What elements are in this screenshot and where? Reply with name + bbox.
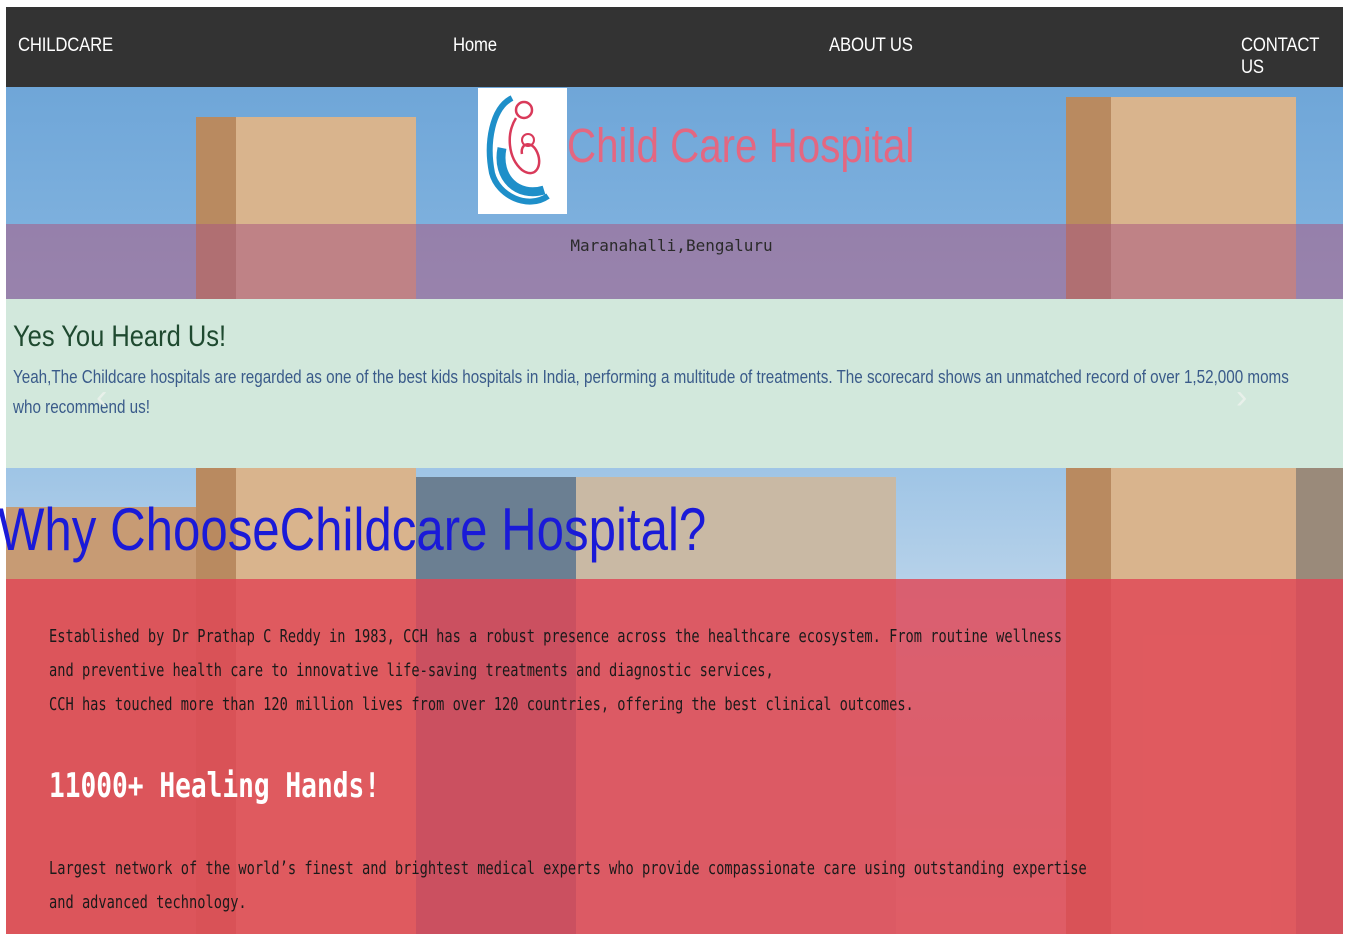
hospital-name-title: Child Care Hospital <box>567 120 915 173</box>
nav-home-link[interactable]: Home <box>453 35 497 57</box>
network-line: and advanced technology. <box>49 892 247 913</box>
carousel-title: Yes You Heard Us! <box>13 320 227 353</box>
location-text: Maranahalli,Bengaluru <box>570 236 773 255</box>
carousel-body: Yeah,The Childcare hospitals are regarde… <box>13 367 1289 417</box>
building-right-shade <box>1066 97 1111 934</box>
established-line: and preventive health care to innovative… <box>49 660 774 681</box>
nav-contact-link[interactable]: CONTACT US <box>1241 35 1331 79</box>
network-paragraph: Largest network of the world’s finest an… <box>49 852 1087 920</box>
building-far-right <box>1296 467 1343 934</box>
established-line: Established by Dr Prathap C Reddy in 198… <box>49 626 1063 647</box>
established-line: CCH has touched more than 120 million li… <box>49 694 914 715</box>
carousel-next-icon[interactable]: › <box>1236 378 1247 417</box>
nav-brand-link[interactable]: CHILDCARE <box>18 35 113 57</box>
nav-about-link[interactable]: ABOUT US <box>829 35 913 57</box>
established-paragraph: Established by Dr Prathap C Reddy in 198… <box>49 620 1062 722</box>
network-line: Largest network of the world’s finest an… <box>49 858 1087 879</box>
healing-hands-heading: 11000+ Healing Hands! <box>49 766 381 806</box>
why-choose-heading: Why ChooseChildcare Hospital? <box>0 496 707 563</box>
top-navbar: CHILDCARE Home ABOUT US CONTACT US <box>6 7 1343 87</box>
carousel-prev-icon[interactable]: ‹ <box>96 378 107 417</box>
hospital-logo <box>478 88 567 214</box>
mother-child-logo-icon <box>486 95 550 205</box>
